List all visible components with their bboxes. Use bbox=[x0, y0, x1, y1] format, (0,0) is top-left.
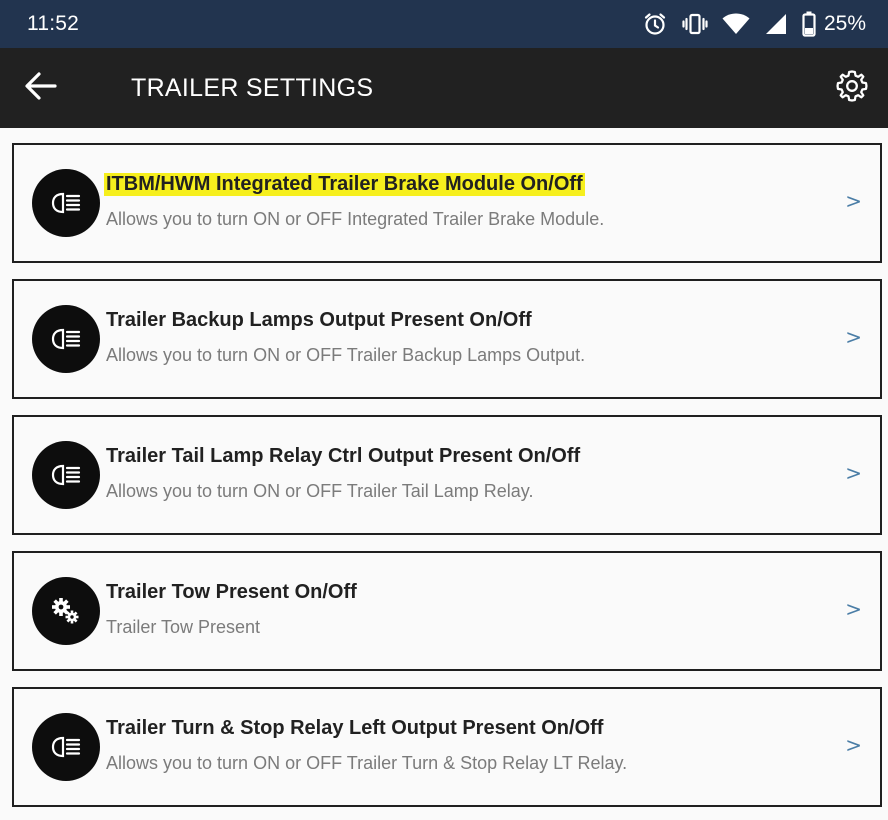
app-bar: TRAILER SETTINGS bbox=[0, 48, 888, 128]
list-item-title: Trailer Backup Lamps Output Present On/O… bbox=[106, 309, 532, 331]
battery-percent: 25% bbox=[823, 12, 866, 35]
headlamp-icon bbox=[32, 441, 100, 509]
settings-button[interactable] bbox=[832, 68, 872, 108]
status-icons: 25% bbox=[642, 11, 866, 37]
signal-icon bbox=[764, 12, 788, 36]
gears-icon bbox=[32, 577, 100, 645]
list-item-subtitle: Allows you to turn ON or OFF Integrated … bbox=[106, 209, 605, 229]
list-item-tail-lamp[interactable]: Trailer Tail Lamp Relay Ctrl Output Pres… bbox=[12, 415, 882, 535]
list-item-trailer-tow[interactable]: Trailer Tow Present On/Off Trailer Tow P… bbox=[12, 551, 882, 671]
headlamp-icon bbox=[32, 713, 100, 781]
list-item-subtitle: Allows you to turn ON or OFF Trailer Bac… bbox=[106, 345, 586, 365]
list-item-title: ITBM/HWM Integrated Trailer Brake Module… bbox=[104, 173, 585, 196]
list-item-title: Trailer Tow Present On/Off bbox=[106, 581, 357, 603]
battery-icon bbox=[802, 11, 816, 37]
arrow-left-icon bbox=[24, 71, 58, 106]
chevron-right-icon: > bbox=[845, 597, 862, 621]
back-button[interactable] bbox=[24, 70, 72, 106]
vibrate-icon bbox=[682, 11, 708, 37]
page-title: TRAILER SETTINGS bbox=[131, 74, 374, 102]
list-item-subtitle: Allows you to turn ON or OFF Trailer Tur… bbox=[106, 753, 628, 773]
chevron-right-icon: > bbox=[845, 189, 862, 213]
headlamp-icon bbox=[32, 169, 100, 237]
status-bar: 11:52 25% bbox=[0, 0, 888, 48]
list-item-turn-stop-relay[interactable]: Trailer Turn & Stop Relay Left Output Pr… bbox=[12, 687, 882, 807]
chevron-right-icon: > bbox=[845, 325, 862, 349]
list-item-itbm[interactable]: ITBM/HWM Integrated Trailer Brake Module… bbox=[12, 143, 882, 263]
gear-icon bbox=[835, 69, 869, 108]
chevron-right-icon: > bbox=[845, 461, 862, 485]
list-item-subtitle: Trailer Tow Present bbox=[106, 617, 261, 637]
list-item-subtitle: Allows you to turn ON or OFF Trailer Tai… bbox=[106, 481, 534, 501]
wifi-icon bbox=[722, 12, 750, 36]
list-item-backup-lamps[interactable]: Trailer Backup Lamps Output Present On/O… bbox=[12, 279, 882, 399]
alarm-icon bbox=[642, 11, 668, 37]
status-time: 11:52 bbox=[27, 12, 79, 35]
list-item-title: Trailer Turn & Stop Relay Left Output Pr… bbox=[106, 717, 604, 739]
headlamp-icon bbox=[32, 305, 100, 373]
chevron-right-icon: > bbox=[845, 733, 862, 757]
list-item-title: Trailer Tail Lamp Relay Ctrl Output Pres… bbox=[106, 445, 581, 467]
